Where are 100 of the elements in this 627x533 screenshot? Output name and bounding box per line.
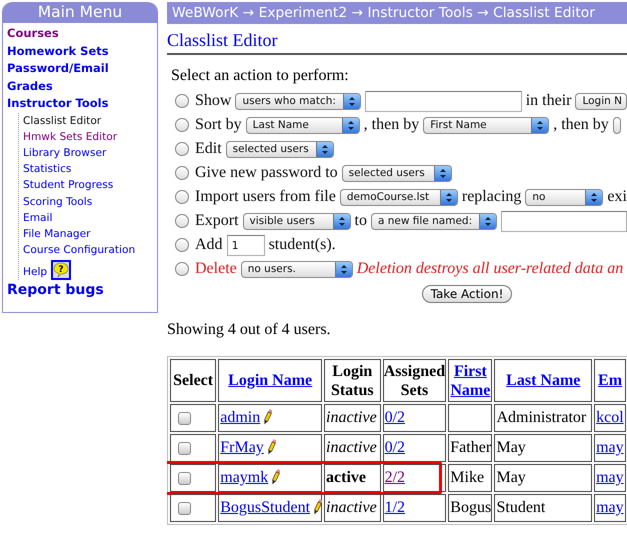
menu-link[interactable]: Instructor Tools (7, 95, 108, 112)
status-cell: inactive (324, 494, 381, 522)
stepper-arrows-icon (531, 118, 548, 132)
radio-button[interactable] (175, 94, 189, 108)
action-label: Export (195, 212, 239, 230)
login-link[interactable]: admin (220, 409, 260, 426)
action-label: Delete (195, 260, 237, 278)
radio-button[interactable] (175, 262, 189, 276)
action-label: Import users from file (195, 188, 336, 206)
menu-link[interactable]: Grades (7, 78, 53, 95)
pencil-icon[interactable] (313, 499, 322, 515)
action-label: Add (195, 236, 223, 254)
menu-link[interactable]: Report bugs (7, 280, 104, 300)
stepper-arrows-icon (332, 214, 350, 228)
take-action-button[interactable]: Take Action! (422, 285, 512, 303)
radio-button[interactable] (175, 214, 189, 228)
address-link[interactable]: may (596, 439, 624, 456)
address-link[interactable]: may (596, 499, 624, 516)
address-link[interactable]: kcol (596, 409, 624, 426)
user-count-text: Showing 4 out of 4 users. (167, 321, 332, 339)
stepper-arrows-icon (479, 214, 496, 228)
table-cell: Student (494, 494, 592, 522)
action-label: Sort by (195, 116, 242, 134)
sets-link[interactable]: 0/2 (384, 439, 406, 456)
column-header: Assigned Sets (382, 359, 446, 402)
breadcrumb-bar: WeBWorK → Experiment2 → Instructor Tools → Classlist Editor (167, 2, 627, 24)
checkbox[interactable] (178, 442, 191, 455)
menu-link[interactable]: Password/Email (7, 60, 109, 78)
action-label: to (354, 212, 367, 230)
table-cell: May (494, 434, 592, 462)
status-cell: inactive (324, 404, 381, 432)
table-cell: May (494, 464, 592, 492)
pencil-icon[interactable] (266, 439, 276, 455)
dropdown[interactable]: Login N (575, 92, 627, 110)
sets-link[interactable]: 2/2 (384, 469, 406, 486)
help-speech-bubble-icon[interactable]: ? (51, 260, 72, 280)
stepper-arrows-icon (440, 190, 457, 204)
radio-button[interactable] (175, 166, 189, 180)
dropdown[interactable]: selected users (342, 164, 452, 182)
sort-link[interactable]: Em (598, 371, 622, 390)
checkbox[interactable] (178, 472, 191, 485)
dropdown[interactable]: users who match: (235, 92, 362, 110)
checkbox[interactable] (178, 502, 191, 515)
radio-button[interactable] (175, 190, 189, 204)
sort-link[interactable]: Last Name (506, 371, 580, 390)
dropdown[interactable] (612, 116, 621, 134)
sort-link[interactable]: Login Name (228, 371, 312, 390)
action-label: Edit (195, 140, 222, 158)
column-header[interactable]: Login Name (218, 359, 322, 402)
checkbox[interactable] (178, 412, 191, 425)
table-cell (448, 404, 492, 432)
menu-link[interactable]: Library Browser (23, 144, 106, 162)
table-cell: Bogus (448, 494, 492, 522)
dropdown[interactable]: Last Name (246, 116, 360, 134)
column-header: Select (170, 359, 216, 402)
dropdown[interactable]: demoCourse.lst (340, 188, 458, 206)
stepper-arrows-icon (316, 142, 333, 156)
dropdown[interactable]: visible users (242, 212, 351, 230)
dropdown[interactable]: selected users (226, 140, 334, 158)
dropdown[interactable]: First Name (423, 116, 550, 134)
action-label: replacing (462, 188, 522, 206)
status-cell: inactive (324, 434, 381, 462)
login-link[interactable]: FrMay (220, 439, 264, 456)
pencil-icon[interactable] (263, 409, 272, 425)
menu-link[interactable]: File Manager (23, 226, 91, 242)
address-link[interactable]: may (596, 469, 624, 486)
menu-link[interactable]: Statistics (23, 161, 72, 178)
login-link[interactable]: BogusStudent (220, 499, 310, 516)
radio-button[interactable] (175, 142, 189, 156)
login-link[interactable]: maymk (220, 469, 268, 486)
action-label: , then by (364, 116, 420, 134)
menu-link[interactable]: Email (23, 210, 52, 226)
dropdown[interactable]: a new file named: (371, 212, 497, 230)
action-label: student(s). (268, 236, 336, 254)
menu-link[interactable]: Courses (7, 25, 59, 42)
action-label: , then by (553, 116, 609, 134)
menu-link[interactable]: Hmwk Sets Editor (23, 128, 118, 145)
sets-link[interactable]: 1/2 (384, 499, 406, 516)
column-header[interactable]: Em (594, 359, 626, 402)
menu-link[interactable]: Homework Sets (7, 42, 109, 60)
column-header[interactable]: Last Name (494, 359, 592, 402)
help-link[interactable]: Help (23, 264, 48, 280)
radio-button[interactable] (175, 118, 189, 132)
dropdown[interactable]: no users. (240, 260, 353, 278)
menu-link[interactable]: Course Configuration (23, 242, 136, 258)
table-cell: Mike (448, 464, 492, 492)
text-field[interactable] (365, 90, 522, 112)
action-label: Show (195, 92, 232, 110)
prompt-text: Select an action to perform: (171, 67, 350, 85)
pencil-icon[interactable] (271, 469, 280, 485)
radio-button[interactable] (175, 238, 189, 252)
text-field[interactable]: 1 (226, 234, 265, 256)
menu-link[interactable]: Student Progress (23, 177, 114, 194)
menu-link[interactable]: Scoring Tools (23, 194, 92, 210)
text-field[interactable] (501, 210, 627, 232)
menu-link[interactable]: Classlist Editor (23, 112, 102, 129)
sets-link[interactable]: 0/2 (384, 409, 406, 426)
stepper-arrows-icon (434, 166, 451, 180)
menu-title: Main Menu (3, 2, 157, 23)
dropdown[interactable]: no (525, 188, 604, 206)
